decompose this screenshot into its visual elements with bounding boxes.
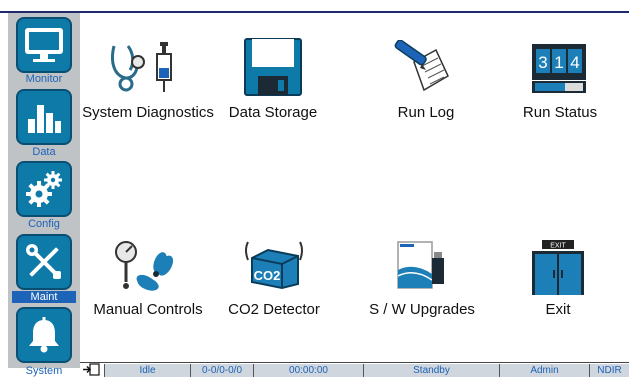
status-user: Admin — [499, 364, 589, 377]
sidebar-label-data: Data — [32, 146, 56, 158]
bar-chart-icon — [28, 105, 61, 133]
tile-label: Manual Controls — [93, 301, 203, 318]
status-bar: Idle 0-0/0-0/0 00:00:00 Standby Admin ND… — [80, 362, 629, 377]
gears-icon — [26, 171, 62, 207]
counter-display-icon: 3 1 4 — [532, 44, 586, 93]
status-time: 00:00:00 — [253, 364, 363, 377]
tile-label: Exit — [545, 301, 571, 318]
co2-box-icon: CO2 — [245, 241, 303, 290]
floppy-disk-icon — [244, 38, 302, 96]
status-state: Idle — [104, 364, 190, 377]
digit-1: 3 — [538, 53, 547, 72]
sidebar-item-config[interactable] — [16, 161, 72, 217]
monitor-icon — [25, 28, 63, 62]
sidebar-label-maint: Maint — [12, 291, 76, 303]
tile-label: Data Storage — [228, 104, 318, 121]
tile-label: S / W Upgrades — [369, 301, 475, 318]
tile-label: CO2 Detector — [228, 301, 320, 318]
exit-sign-text: EXIT — [550, 243, 566, 250]
sidebar-item-maint[interactable] — [16, 234, 72, 290]
tools-icon — [26, 244, 61, 279]
sidebar-item-monitor[interactable] — [16, 17, 72, 73]
bell-icon — [29, 317, 59, 353]
status-counter: 0-0/0-0/0 — [190, 364, 253, 377]
co2-text: CO2 — [254, 268, 281, 283]
top-border — [0, 11, 629, 13]
sidebar: Monitor Data Config Maint System — [8, 13, 80, 377]
status-mode: Standby — [363, 364, 499, 377]
login-arrow-icon[interactable] — [82, 363, 100, 376]
tile-label: System Diagnostics — [82, 104, 214, 121]
sidebar-label-monitor: Monitor — [25, 73, 63, 85]
sidebar-item-data[interactable] — [16, 89, 72, 145]
sidebar-label-system: System — [25, 365, 63, 377]
sidebar-item-system[interactable] — [16, 307, 72, 363]
tile-label: Run Log — [397, 104, 455, 121]
exit-doors-icon: EXIT — [532, 240, 584, 295]
pen-paper-icon — [394, 40, 449, 92]
tile-label: Run Status — [522, 104, 598, 121]
gauge-fan-icon — [115, 241, 174, 291]
stethoscope-syringe-icon — [111, 42, 172, 92]
sidebar-label-config: Config — [28, 218, 60, 230]
digit-3: 4 — [570, 53, 579, 72]
status-detector: NDIR — [589, 364, 629, 377]
digit-2: 1 — [554, 53, 563, 72]
usb-drive-icon — [397, 241, 444, 289]
